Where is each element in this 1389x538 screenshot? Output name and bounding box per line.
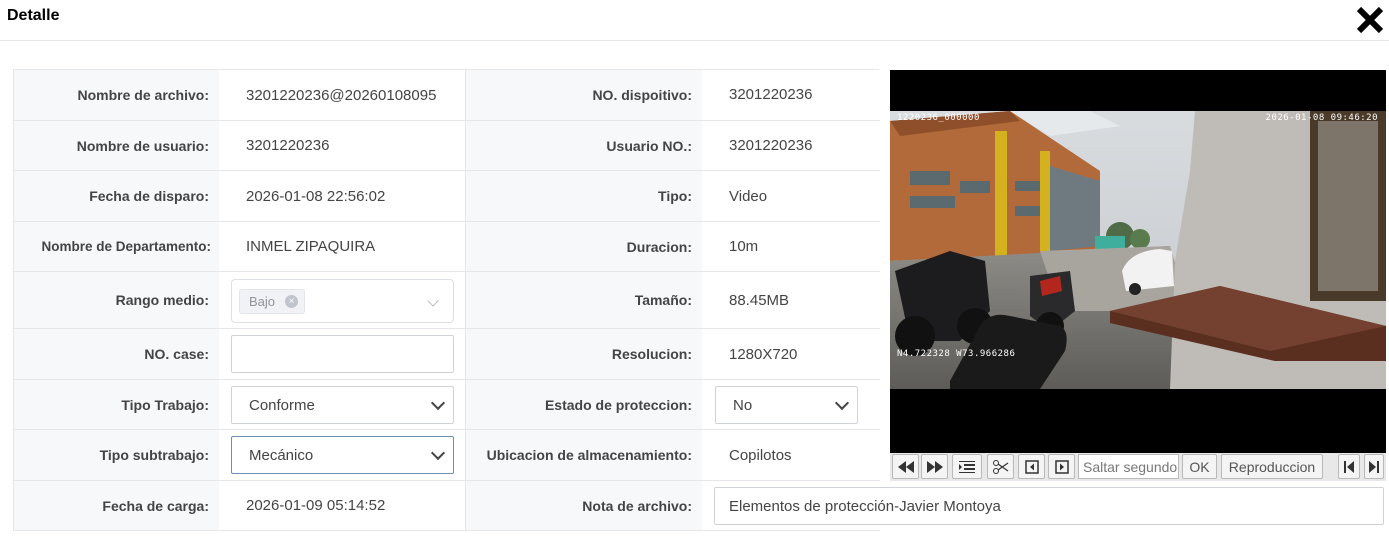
user-no-value: 3201220236 <box>729 137 813 154</box>
protection-status-label: Estado de proteccion: <box>466 380 702 429</box>
skip-start-icon[interactable] <box>1338 454 1360 479</box>
table-row: Rango medio: Bajo × Tamaño: 88.45MB <box>14 272 880 329</box>
table-row: NO. case: Resolucion: 1280X720 <box>14 329 880 380</box>
range-tag-label: Bajo <box>249 294 276 309</box>
dialog-header: Detalle <box>0 0 1389 41</box>
upload-date-value: 2026-01-09 05:14:52 <box>219 481 466 530</box>
type-value: Video <box>729 187 768 205</box>
osd-device: 1220236_000000 <box>897 113 980 123</box>
duration-label: Duracion: <box>466 222 702 271</box>
play-button-label: Reproduccion <box>1228 458 1316 475</box>
user-name-value: 3201220236 <box>219 121 466 170</box>
work-type-selected: Conforme <box>249 396 315 414</box>
table-row: Fecha de disparo: 2026-01-08 22:56:02 Ti… <box>14 171 880 222</box>
protection-status-select[interactable]: No <box>715 386 858 424</box>
table-row: Nombre de usuario: 3201220236 Usuario NO… <box>14 121 880 171</box>
trigger-date-label: Fecha de disparo: <box>14 171 219 221</box>
department-label: Nombre de Departamento: <box>14 222 219 271</box>
resolution-value: 1280X720 <box>729 345 798 363</box>
player-controls: Saltar segundo OK Reproduccion <box>890 453 1386 481</box>
subwork-type-select[interactable]: Mecánico <box>231 436 454 474</box>
type-label: Tipo: <box>466 171 702 221</box>
chevron-down-icon <box>427 295 439 307</box>
duration-value: 10m <box>729 238 759 255</box>
size-value: 88.45MB <box>729 291 790 309</box>
device-no-value: 3201220236 <box>729 86 813 103</box>
case-no-input[interactable] <box>231 335 454 373</box>
file-note-input[interactable]: Elementos de protección-Javier Montoya <box>714 487 1384 525</box>
video-frame: 1220236_000000 2026-01-08 09:46:20 N4.72… <box>890 111 1386 389</box>
subwork-type-label: Tipo subtrabajo: <box>14 430 219 480</box>
chevron-down-icon <box>834 395 850 411</box>
ok-button[interactable]: OK <box>1182 454 1217 479</box>
file-note-label: Nota de archivo: <box>466 481 702 530</box>
department-value: INMEL ZIPAQUIRA <box>219 222 466 271</box>
rewind-icon[interactable] <box>892 454 919 479</box>
table-row: Nombre de Departamento: INMEL ZIPAQUIRA … <box>14 222 880 272</box>
work-type-cell: Conforme <box>219 380 466 429</box>
range-label: Rango medio: <box>14 272 219 328</box>
osd-coordinates: N4.722328 W73.966286 <box>897 349 1016 359</box>
range-multiselect[interactable]: Bajo × <box>231 279 454 323</box>
video-scene <box>890 111 1386 389</box>
close-icon[interactable] <box>1355 4 1385 36</box>
fast-forward-icon[interactable] <box>921 454 948 479</box>
scissors-icon[interactable] <box>987 454 1014 479</box>
resolution-label: Resolucion: <box>466 329 702 379</box>
storage-location-label: Ubicacion de almacenamiento: <box>466 430 702 480</box>
work-type-label: Tipo Trabajo: <box>14 380 219 429</box>
dialog-title: Detalle <box>7 7 60 24</box>
case-no-cell <box>219 329 466 379</box>
protection-status-selected: No <box>733 396 753 414</box>
range-cell: Bajo × <box>219 272 466 328</box>
table-row: Tipo subtrabajo: Mecánico Ubicacion de a… <box>14 430 880 481</box>
device-no-label: NO. dispoitivo: <box>466 70 702 120</box>
size-label: Tamaño: <box>466 272 702 328</box>
file-name-value: 3201220236@20260108095 <box>219 70 466 120</box>
next-frame-icon[interactable] <box>1048 454 1075 479</box>
skip-end-icon[interactable] <box>1364 454 1384 479</box>
upload-date-label: Fecha de carga: <box>14 481 219 530</box>
details-table: Nombre de archivo: 3201220236@2026010809… <box>13 69 880 531</box>
trigger-date-value: 2026-01-08 22:56:02 <box>219 171 466 221</box>
table-row: Nombre de archivo: 3201220236@2026010809… <box>14 70 880 121</box>
subwork-type-selected: Mecánico <box>249 446 314 464</box>
user-name-label: Nombre de usuario: <box>14 121 219 170</box>
list-icon[interactable] <box>952 454 982 479</box>
work-type-select[interactable]: Conforme <box>231 386 454 424</box>
chevron-down-icon <box>430 395 446 411</box>
video-player[interactable]: 1220236_000000 2026-01-08 09:46:20 N4.72… <box>890 70 1386 454</box>
ok-button-label: OK <box>1189 458 1210 475</box>
file-name-label: Nombre de archivo: <box>14 70 219 120</box>
table-row: Tipo Trabajo: Conforme Estado de protecc… <box>14 380 880 430</box>
osd-datetime: 2026-01-08 09:46:20 <box>1265 113 1378 123</box>
seek-seconds-input[interactable]: Saltar segundo <box>1078 454 1179 479</box>
prev-frame-icon[interactable] <box>1018 454 1045 479</box>
protection-status-cell: No <box>702 380 880 429</box>
play-button[interactable]: Reproduccion <box>1221 454 1323 479</box>
user-no-label: Usuario NO.: <box>466 121 702 170</box>
storage-location-value: Copilotos <box>729 446 792 464</box>
case-no-label: NO. case: <box>14 329 219 379</box>
subwork-type-cell: Mecánico <box>219 430 466 480</box>
chevron-down-icon <box>430 445 446 461</box>
tag-close-icon[interactable]: × <box>285 295 299 308</box>
range-tag: Bajo × <box>239 289 306 314</box>
